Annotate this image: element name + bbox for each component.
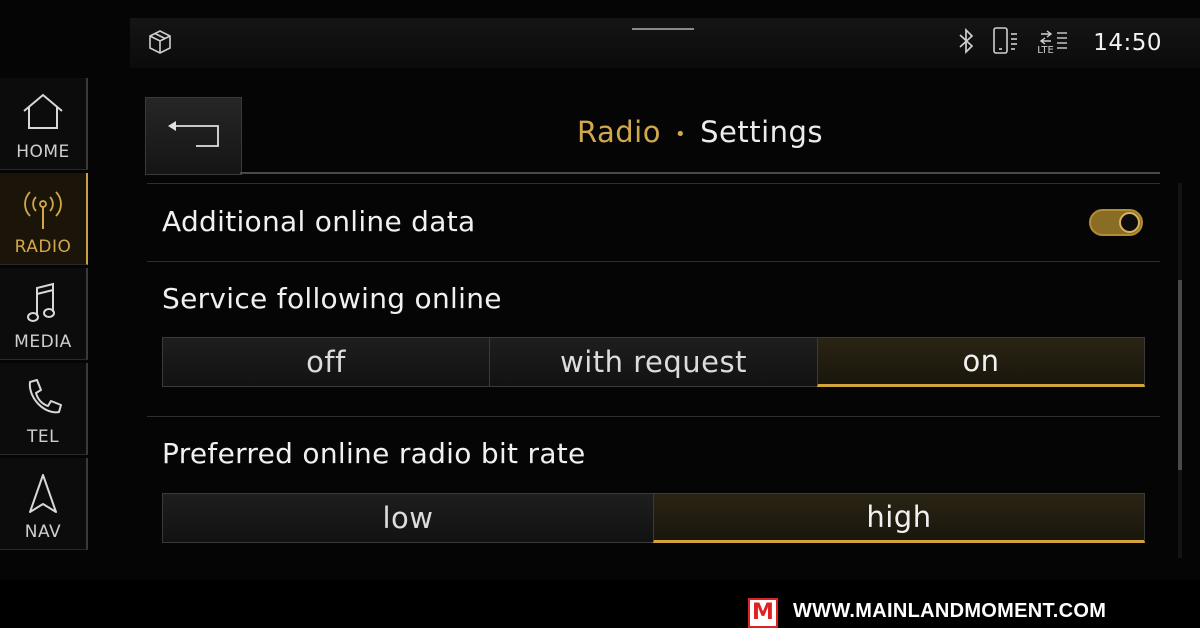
phone-handset-icon — [0, 377, 86, 421]
logo-letter: M — [752, 600, 774, 625]
bit-rate-option-high[interactable]: high — [653, 493, 1145, 543]
status-indicators: LTE 14:50 — [957, 26, 1162, 60]
divider — [147, 416, 1160, 417]
bit-rate-selector: low high — [162, 493, 1145, 543]
status-bar: LTE 14:50 — [130, 18, 1200, 68]
divider — [147, 183, 1160, 184]
nav-item-home[interactable]: HOME — [0, 78, 88, 170]
divider — [147, 261, 1160, 262]
status-bar-handle[interactable] — [632, 28, 694, 30]
bluetooth-icon — [957, 27, 975, 59]
site-logo: M — [748, 598, 778, 628]
service-following-selector: off with request on — [162, 337, 1145, 387]
toggle-knob — [1119, 212, 1140, 233]
nav-item-nav[interactable]: NAV — [0, 458, 88, 550]
car-3d-icon — [146, 28, 174, 60]
page-title-page: Settings — [700, 115, 824, 149]
main-navigation: HOME RADIO MEDIA TEL NAV — [0, 78, 89, 550]
service-following-option-off[interactable]: off — [162, 337, 490, 387]
lte-label: LTE — [1037, 45, 1054, 56]
additional-online-data-label: Additional online data — [162, 205, 476, 238]
infotainment-screen: LTE 14:50 HOME RADIO MEDIA TEL NAV Radio… — [0, 0, 1200, 580]
navigation-arrow-icon — [0, 472, 86, 516]
header-divider — [240, 172, 1160, 174]
bit-rate-option-low[interactable]: low — [162, 493, 654, 543]
scrollbar-thumb[interactable] — [1178, 280, 1182, 470]
service-following-option-with-request[interactable]: with request — [489, 337, 818, 387]
back-button[interactable] — [145, 97, 242, 175]
back-arrow-icon — [168, 121, 219, 147]
home-icon — [0, 92, 86, 136]
music-note-icon — [0, 282, 86, 326]
bit-rate-label: Preferred online radio bit rate — [162, 437, 586, 470]
nav-label-media: MEDIA — [14, 332, 72, 352]
nav-label-home: HOME — [16, 142, 70, 162]
service-following-label: Service following online — [162, 282, 502, 315]
nav-label-nav: NAV — [24, 522, 62, 542]
lte-icon: LTE — [1037, 28, 1069, 58]
nav-item-radio[interactable]: RADIO — [0, 173, 88, 265]
nav-label-radio: RADIO — [14, 237, 72, 257]
page-title-section: Radio — [576, 115, 661, 149]
clock: 14:50 — [1093, 30, 1162, 56]
scrollbar[interactable] — [1178, 183, 1182, 558]
nav-item-tel[interactable]: TEL — [0, 363, 88, 455]
nav-item-media[interactable]: MEDIA — [0, 268, 88, 360]
service-following-option-on[interactable]: on — [817, 337, 1145, 387]
nav-label-tel: TEL — [26, 427, 60, 447]
phone-icon — [991, 26, 1021, 60]
page-title: Radio • Settings — [240, 115, 1160, 149]
title-separator: • — [674, 123, 687, 145]
radio-icon — [0, 187, 86, 231]
footer-url: WWW.MAINLANDMOMENT.COM — [793, 600, 1107, 622]
additional-online-data-toggle[interactable] — [1089, 209, 1143, 236]
